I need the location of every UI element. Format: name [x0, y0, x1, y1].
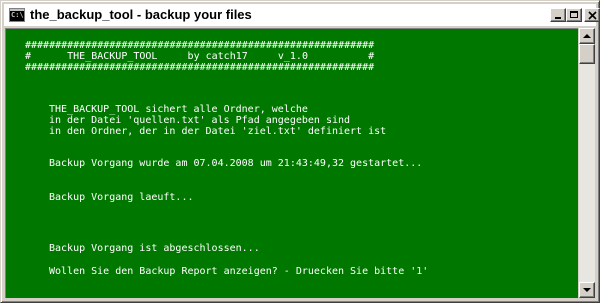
scroll-up-button[interactable]: [579, 28, 595, 44]
maximize-button[interactable]: [566, 8, 582, 22]
banner-line-bottom: ########################################…: [25, 62, 375, 73]
close-icon: [588, 11, 597, 20]
window-title: the_backup_tool - backup your files: [30, 7, 252, 22]
console-output[interactable]: ########################################…: [5, 28, 578, 298]
console-line: in den Ordner, der in der Datei 'ziel.tx…: [49, 126, 387, 137]
title-bar[interactable]: C:\ the_backup_tool - backup your files: [4, 4, 600, 26]
console-window: C:\ the_backup_tool - backup your files …: [0, 0, 600, 303]
console-app-icon[interactable]: C:\: [9, 8, 25, 22]
arrow-down-icon: [583, 288, 591, 292]
arrow-up-icon: [583, 34, 591, 38]
vertical-scrollbar[interactable]: [579, 28, 595, 298]
banner-line-title: # THE_BACKUP_TOOL by catch17 v_1.0 #: [25, 51, 375, 62]
minimize-button[interactable]: [550, 8, 566, 22]
console-line: Backup Vorgang laeuft...: [49, 192, 194, 203]
console-line: Backup Vorgang ist abgeschlossen...: [49, 243, 260, 254]
console-line: THE_BACKUP_TOOL sichert alle Ordner, wel…: [49, 104, 308, 115]
close-button[interactable]: [584, 8, 600, 22]
banner-line-top: ########################################…: [25, 40, 375, 51]
scroll-down-button[interactable]: [579, 282, 595, 298]
console-line: Backup Vorgang wurde am 07.04.2008 um 21…: [49, 158, 423, 169]
console-line: Wollen Sie den Backup Report anzeigen? -…: [49, 266, 429, 277]
console-line: in der Datei 'quellen.txt' als Pfad ange…: [49, 115, 351, 126]
scroll-thumb[interactable]: [579, 44, 595, 64]
